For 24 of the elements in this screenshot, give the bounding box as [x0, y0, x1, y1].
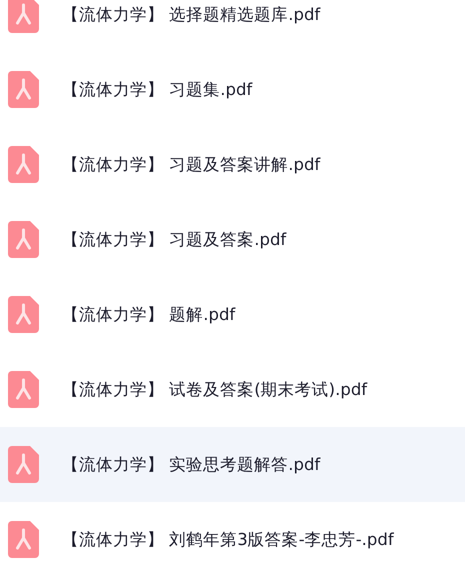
file-item[interactable]: 【流体力学】 选择题精选题库.pdf [0, 0, 465, 52]
pdf-file-icon [8, 71, 39, 108]
file-name: 【流体力学】 习题及答案.pdf [62, 228, 286, 250]
file-item[interactable]: 【流体力学】 实验思考题解答.pdf [0, 427, 465, 502]
file-name: 【流体力学】 习题集.pdf [62, 78, 252, 100]
file-item[interactable]: 【流体力学】 习题及答案.pdf [0, 202, 465, 277]
file-name: 【流体力学】 试卷及答案(期末考试).pdf [62, 378, 368, 400]
pdf-file-icon [8, 146, 39, 183]
pdf-file-icon [8, 221, 39, 258]
pdf-file-icon [8, 446, 39, 483]
file-item[interactable]: 【流体力学】 题解.pdf [0, 277, 465, 352]
file-item[interactable]: 【流体力学】 刘鹤年第3版答案-李忠芳-.pdf [0, 502, 465, 571]
pdf-file-icon [8, 296, 39, 333]
file-name: 【流体力学】 习题及答案讲解.pdf [62, 154, 320, 176]
pdf-file-icon [8, 0, 39, 33]
file-name: 【流体力学】 题解.pdf [62, 304, 236, 326]
file-item[interactable]: 【流体力学】 习题集.pdf [0, 52, 465, 127]
file-item[interactable]: 【流体力学】 习题及答案讲解.pdf [0, 127, 465, 202]
file-name: 【流体力学】 实验思考题解答.pdf [62, 454, 320, 476]
pdf-file-icon [8, 521, 39, 558]
file-item[interactable]: 【流体力学】 试卷及答案(期末考试).pdf [0, 352, 465, 427]
pdf-file-icon [8, 371, 39, 408]
file-name: 【流体力学】 选择题精选题库.pdf [62, 4, 320, 26]
file-name: 【流体力学】 刘鹤年第3版答案-李忠芳-.pdf [62, 528, 394, 550]
